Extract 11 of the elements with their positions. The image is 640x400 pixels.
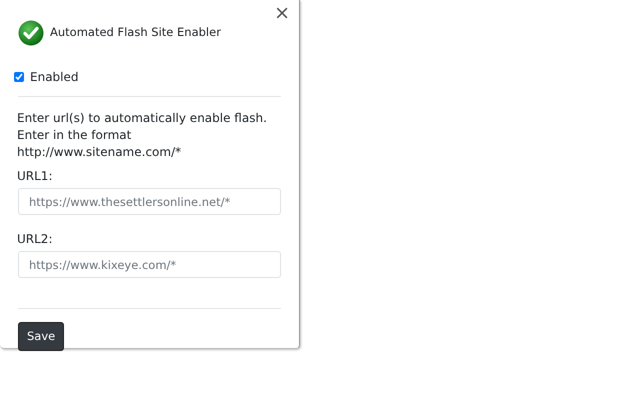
save-button[interactable]: Save xyxy=(18,322,64,352)
check-icon xyxy=(18,20,44,46)
enabled-label: Enabled xyxy=(30,69,78,86)
close-button[interactable]: × xyxy=(274,4,290,23)
enabled-checkbox[interactable] xyxy=(14,72,24,82)
window-title: Automated Flash Site Enabler xyxy=(50,24,221,41)
url-field[interactable]: https://www.kixeye.com/* xyxy=(18,251,281,278)
instructions-text: Enter url(s) to automatically enable flash. Enter in the format http://www.sitename.com/* xyxy=(17,110,268,161)
url-label: URL1: xyxy=(17,168,54,185)
url-field[interactable]: https://www.thesettlersonline.net/* xyxy=(18,188,281,215)
url-label: URL2: xyxy=(17,231,54,248)
